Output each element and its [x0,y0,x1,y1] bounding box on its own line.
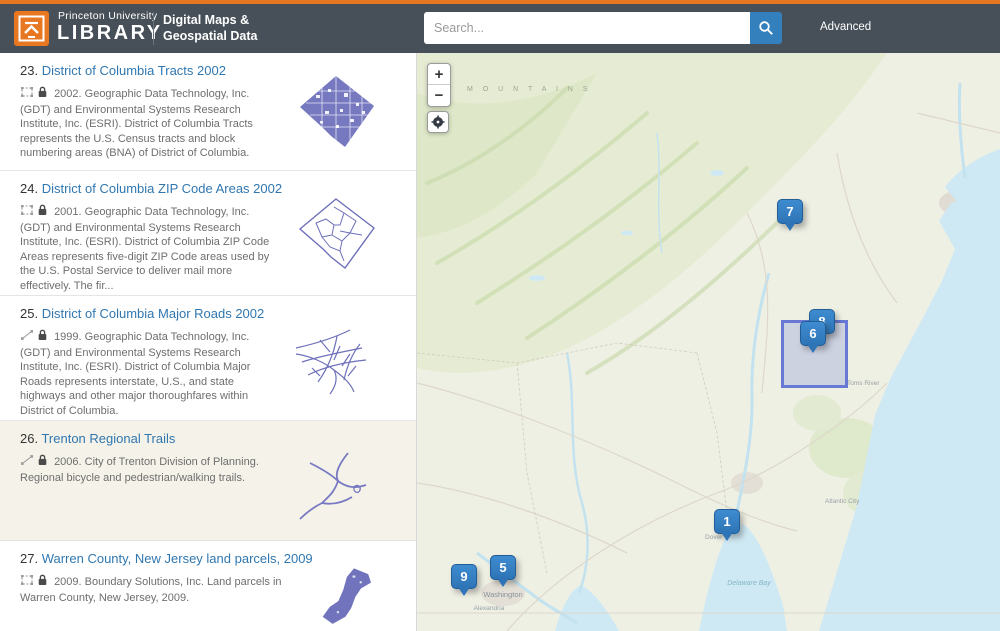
app-root: Princeton University LIBRARY Digital Map… [0,0,1000,631]
map-label-washington: Washington [483,590,522,599]
result-number: 24. [20,181,38,196]
result-description: 2009. Boundary Solutions, Inc. Land parc… [20,574,282,605]
map-basemap: M O U N T A I N S Washington Alexandria … [417,53,1000,631]
map-marker-7[interactable]: 7 [777,199,803,224]
result-item-26[interactable]: 26. Trenton Regional Trails 2006. City o… [0,421,416,541]
result-thumbnail [290,320,378,409]
lock-icon [37,454,48,471]
princeton-shield-icon [17,14,46,43]
result-item-27[interactable]: 27. Warren County, New Jersey land parce… [0,541,416,631]
map-marker-9[interactable]: 9 [451,564,477,589]
lock-icon [37,204,48,221]
library-wordmark[interactable]: LIBRARY [57,22,163,45]
result-thumbnail [292,447,380,536]
result-description: 2001. Geographic Data Technology, Inc. (… [20,204,282,294]
map-marker-5[interactable]: 5 [490,555,516,580]
zoom-out-button[interactable]: − [428,85,450,106]
map-marker-6[interactable]: 6 [800,321,826,346]
princeton-logo-icon[interactable] [14,11,49,46]
result-item-23[interactable]: 23. District of Columbia Tracts 2002 200… [0,53,416,171]
result-number: 26. [20,431,38,446]
result-title-link[interactable]: Trenton Regional Trails [41,431,175,446]
search-submit-button[interactable] [750,12,782,44]
app-title[interactable]: Digital Maps & Geospatial Data [163,12,257,44]
map-label-toms-river: Toms River [847,380,880,387]
header: Princeton University LIBRARY Digital Map… [0,4,1000,53]
geometry-line-icon [20,329,34,346]
content: 23. District of Columbia Tracts 2002 200… [0,53,1000,631]
zoom-control: + − [427,63,451,107]
locate-extent-button[interactable] [427,111,449,133]
result-item-24[interactable]: 24. District of Columbia ZIP Code Areas … [0,171,416,296]
map-label-atlantic-city: Atlantic City [825,498,860,505]
result-title-link[interactable]: Warren County, New Jersey land parcels, … [42,551,313,566]
result-number: 27. [20,551,38,566]
result-number: 25. [20,306,38,321]
zoom-in-button[interactable]: + [428,64,450,85]
search-results-list: 23. District of Columbia Tracts 2002 200… [0,53,417,631]
result-thumbnail [298,567,390,631]
geometry-polygon-icon [20,86,34,103]
result-title-link[interactable]: District of Columbia ZIP Code Areas 2002 [42,181,282,196]
map-label-mountains: M O U N T A I N S [467,86,592,93]
lock-icon [37,86,48,103]
result-description: 2006. City of Trenton Division of Planni… [20,454,282,485]
lock-icon [37,574,48,591]
geometry-polygon-icon [20,204,34,221]
app-title-line1: Digital Maps & [163,12,257,28]
advanced-search-link[interactable]: Advanced [820,21,871,33]
search-input[interactable] [424,12,750,44]
result-number: 23. [20,63,38,78]
brand-divider [153,12,154,45]
geometry-line-icon [20,454,34,471]
institution-name: Princeton University [58,10,157,22]
lock-icon [37,329,48,346]
result-description: 1999. Geographic Data Technology, Inc. (… [20,329,282,419]
map-marker-1[interactable]: 1 [714,509,740,534]
result-thumbnail [292,71,380,164]
geometry-polygon-icon [20,574,34,591]
app-title-line2: Geospatial Data [163,28,257,44]
result-title-link[interactable]: District of Columbia Major Roads 2002 [42,306,265,321]
result-item-25[interactable]: 25. District of Columbia Major Roads 200… [0,296,416,421]
map-panel[interactable]: M O U N T A I N S Washington Alexandria … [417,53,1000,631]
map-label-alexandria: Alexandria [474,605,505,612]
result-thumbnail [292,193,380,286]
result-description: 2002. Geographic Data Technology, Inc. (… [20,86,282,161]
crosshair-icon [431,115,445,129]
map-label-delaware-bay: Delaware Bay [727,580,771,587]
result-title-link[interactable]: District of Columbia Tracts 2002 [42,63,226,78]
search-icon [758,20,774,36]
